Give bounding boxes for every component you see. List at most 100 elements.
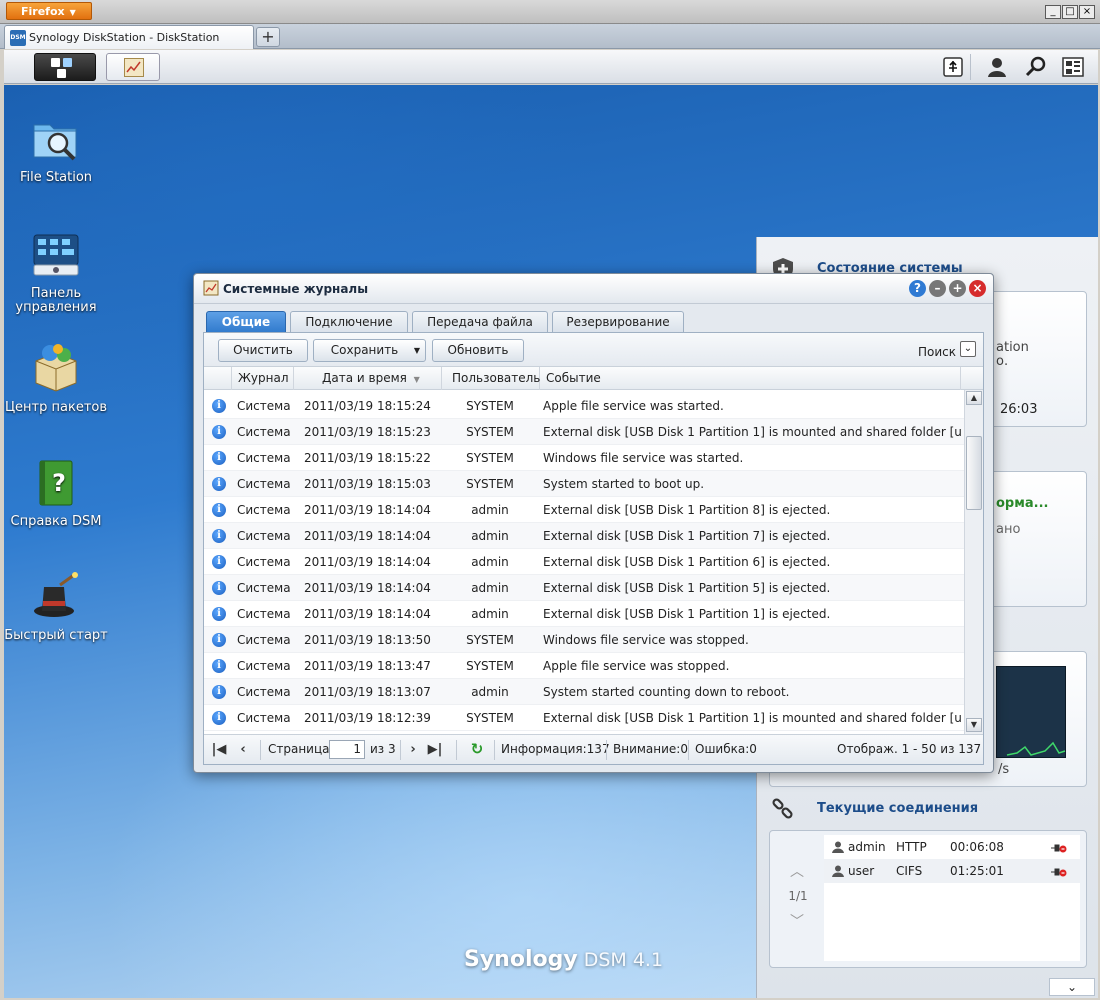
search-icon[interactable] [1025,56,1047,78]
control-panel-icon [30,229,82,281]
column-header-user[interactable]: Пользователь [442,367,540,390]
log-table-rows: i Система 2011/03/19 18:15:24 SYSTEM Apple f… [204,390,964,734]
pager-separator [494,740,495,760]
column-header-datetime-label: Дата и время [322,371,407,385]
cell-datetime: 2011/03/19 18:15:22 [304,451,431,465]
pager-separator [456,740,457,760]
info-icon: i [212,529,226,543]
desktop-icon-package-center[interactable]: Центр пакетов [4,343,108,415]
desktop-icon-quick-start[interactable]: Быстрый старт [4,571,108,643]
cell-log: Система [237,581,291,595]
next-page-icon[interactable]: › [404,741,422,759]
pager-separator [260,740,261,760]
user-icon[interactable] [986,56,1008,78]
page-number-input[interactable]: 1 [329,740,365,759]
table-row[interactable]: i Система 2011/03/19 18:15:23 SYSTEM Externa… [204,419,964,445]
column-header-icon [204,367,232,390]
info-icon: i [212,659,226,673]
close-window-button[interactable]: × [969,280,986,297]
table-row[interactable]: i Система 2011/03/19 18:13:47 SYSTEM Apple f… [204,653,964,679]
search-label[interactable]: Поиск [918,345,956,359]
last-page-icon[interactable]: ▶| [426,741,444,759]
cell-log: Система [237,477,291,491]
resource-card-title: орма... [996,496,1049,511]
firefox-menu-label: Firefox [21,5,65,18]
chevron-down-icon[interactable]: ﹀ [790,911,804,931]
minimize-button[interactable]: _ [1045,5,1061,19]
tab-general[interactable]: Общие [206,311,286,333]
chevron-up-icon[interactable]: ︿ [790,861,804,881]
cell-event: External disk [USB Disk 1 Partition 1] i… [543,425,961,439]
page-count: из 3 [370,742,396,756]
first-page-icon[interactable]: |◀ [210,741,228,759]
desktop-icon-file-station[interactable]: File Station [4,113,108,185]
package-center-icon [30,343,82,395]
table-row[interactable]: i Система 2011/03/19 18:13:07 admin System s… [204,679,964,705]
close-window-button[interactable]: × [1079,5,1095,19]
window-titlebar[interactable]: Системные журналы ? – + × [194,274,993,304]
column-header-log[interactable]: Журнал [232,367,294,390]
minimize-window-button[interactable]: – [929,280,946,297]
connection-row: admin HTTP 00:06:08 [824,835,1080,859]
column-header-event[interactable]: Событие [540,367,961,390]
table-row[interactable]: i Система 2011/03/19 18:15:22 SYSTEM Windows… [204,445,964,471]
refresh-icon[interactable]: ↻ [468,741,486,759]
connections-pager: 1/1 [788,889,808,903]
taskbar-separator [970,54,971,80]
table-row[interactable]: i Система 2011/03/19 18:14:04 admin External… [204,601,964,627]
cell-event: System started counting down to reboot. [543,685,790,699]
new-tab-button[interactable]: + [256,27,280,47]
widgets-toggle-icon[interactable] [1062,56,1084,78]
link-icon [772,798,793,819]
connection-row: user CIFS 01:25:01 [824,859,1080,883]
save-button[interactable]: Сохранить ▼ [313,339,426,362]
log-pager: |◀ ‹ Страница 1 из 3 › ▶| ↻ Информация:1… [204,734,983,764]
desktop-icon-label: Быстрый старт [4,628,108,643]
main-menu-button[interactable] [34,53,96,81]
refresh-button[interactable]: Обновить [432,339,524,362]
column-header-datetime[interactable]: Дата и время ▼ [294,367,442,390]
taskbar-log-center-button[interactable] [106,53,160,81]
cell-event: External disk [USB Disk 1 Partition 1] i… [543,607,831,621]
main-menu-icon [57,69,66,78]
table-row[interactable]: i Система 2011/03/19 18:13:50 SYSTEM Windows… [204,627,964,653]
cell-log: Система [237,529,291,543]
prev-page-icon[interactable]: ‹ [234,741,252,759]
cell-event: Windows file service was stopped. [543,633,749,647]
help-button[interactable]: ? [909,280,926,297]
clear-button[interactable]: Очистить [218,339,308,362]
table-row[interactable]: i Система 2011/03/19 18:14:04 admin External… [204,549,964,575]
scroll-down-icon[interactable]: ▼ [966,718,982,732]
scroll-up-icon[interactable]: ▲ [966,391,982,405]
table-row[interactable]: i Система 2011/03/19 18:14:04 admin External… [204,575,964,601]
scrollbar-thumb[interactable] [966,436,982,510]
cell-datetime: 2011/03/19 18:15:24 [304,399,431,413]
desktop-icon-dsm-help[interactable]: ? Справка DSM [4,457,108,529]
info-icon: i [212,399,226,413]
usb-icon[interactable] [942,56,964,78]
vertical-scrollbar[interactable]: ▲ ▼ [964,390,983,734]
search-expand-icon[interactable]: ⌄ [960,341,976,357]
browser-tab[interactable]: DSM Synology DiskStation - DiskStation [4,25,254,49]
save-button-label: Сохранить [330,343,399,357]
table-row[interactable]: i Система 2011/03/19 18:14:04 admin External… [204,497,964,523]
maximize-window-button[interactable]: + [949,280,966,297]
table-row[interactable]: i Система 2011/03/19 18:15:03 SYSTEM System … [204,471,964,497]
tab-backup[interactable]: Резервирование [552,311,684,333]
table-row[interactable]: i Система 2011/03/19 18:15:24 SYSTEM Apple f… [204,393,964,419]
desktop-icon-control-panel[interactable]: Панель управления [4,229,108,315]
disconnect-icon[interactable] [1050,841,1068,853]
info-icon: i [212,607,226,621]
table-row[interactable]: i Система 2011/03/19 18:14:04 admin External… [204,523,964,549]
tab-connection[interactable]: Подключение [290,311,408,333]
widgets-collapse-button[interactable]: ⌄ [1049,978,1095,996]
table-row[interactable]: i Система 2011/03/19 18:12:39 SYSTEM Externa… [204,705,964,731]
tab-file-transfer[interactable]: Передача файла [412,311,548,333]
info-icon: i [212,503,226,517]
firefox-menu-button[interactable]: Firefox ▼ [6,2,92,20]
disconnect-icon[interactable] [1050,865,1068,877]
maximize-button[interactable]: □ [1062,5,1078,19]
brand-product: DSM 4.1 [583,949,664,971]
cell-datetime: 2011/03/19 18:14:04 [304,581,431,595]
connection-time: 01:25:01 [950,864,1004,878]
